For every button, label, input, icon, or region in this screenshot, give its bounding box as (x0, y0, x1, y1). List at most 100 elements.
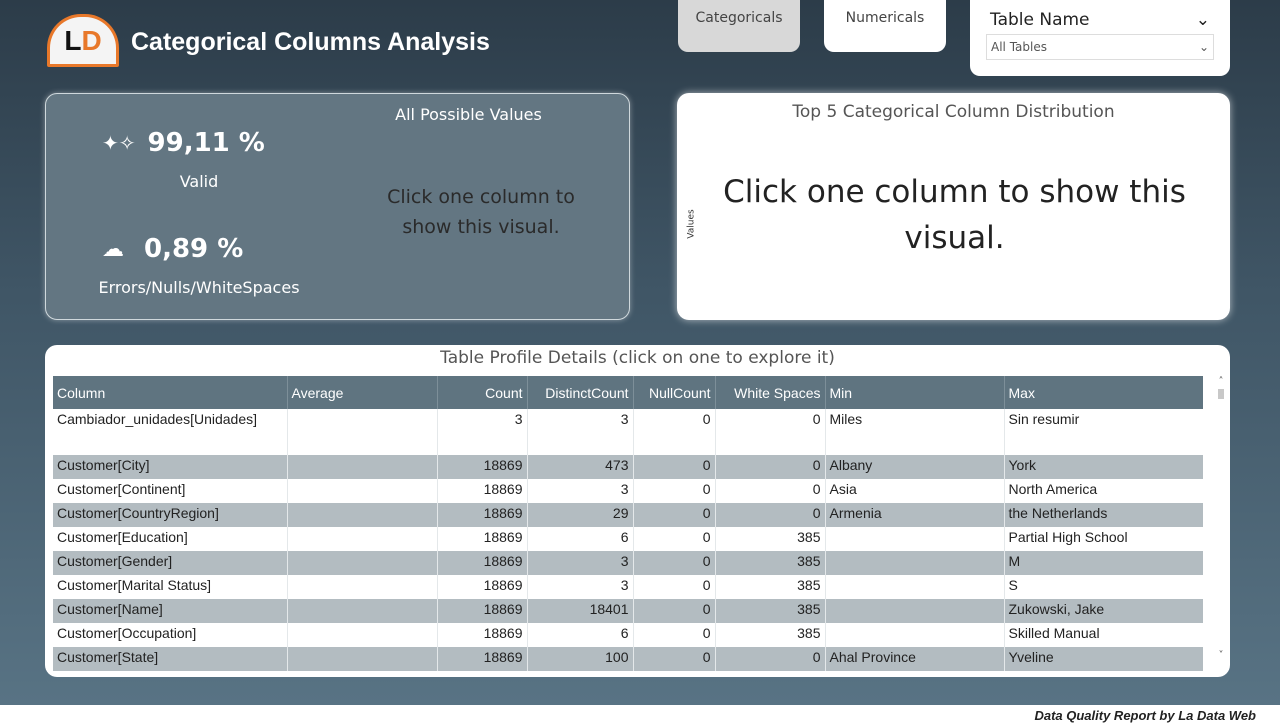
table-cell: Customer[Name] (53, 599, 288, 623)
table-cell: 0 (633, 551, 716, 575)
table-row[interactable]: Cambiador_unidades[Unidades] 3 3 0 0 Miles Sin… (53, 409, 1203, 455)
table-cell: 0 (633, 599, 716, 623)
column-header[interactable]: Min (825, 376, 1005, 409)
table-cell: 18401 (527, 599, 634, 623)
table-cell: 18869 (437, 527, 528, 551)
table-cell: 0 (633, 575, 716, 599)
table-cell (825, 551, 1005, 575)
table-cell: Customer[Continent] (53, 479, 288, 503)
kpi-card: ✦✧ 99,11 % Valid ☁ 0,89 % Errors/Nulls/Whi… (45, 93, 630, 320)
possible-values-message: Click one column to show this visual. (387, 186, 575, 238)
table-cell (287, 551, 438, 575)
table-cell: Albany (825, 455, 1005, 479)
table-cell: 3 (527, 409, 634, 455)
table-row[interactable]: Customer[Education] 18869 6 0 385 Partial Hig… (53, 527, 1203, 551)
errors-value: 0,89 % (144, 234, 244, 264)
table-cell (287, 479, 438, 503)
table-cell (287, 503, 438, 527)
table-cell: Customer[City] (53, 455, 288, 479)
table-cell: 385 (715, 551, 826, 575)
table-cell: 0 (633, 409, 716, 455)
column-header[interactable]: Max (1004, 376, 1203, 409)
table-cell: Miles (825, 409, 1005, 455)
table-cell: the Netherlands (1004, 503, 1203, 527)
table-cell: Customer[Gender] (53, 551, 288, 575)
table-cell (287, 455, 438, 479)
table-cell (825, 623, 1005, 647)
table-row[interactable]: Customer[CountryRegion] 18869 29 0 0 Armenia t… (53, 503, 1203, 527)
table-cell (287, 599, 438, 623)
table-cell: 0 (715, 455, 826, 479)
table-cell: Partial High School (1004, 527, 1203, 551)
table-cell: Cambiador_unidades[Unidades] (53, 409, 288, 455)
table-cell (287, 409, 438, 455)
table-row[interactable]: Customer[State] 18869 100 0 0 Ahal Province Yv… (53, 647, 1203, 671)
scroll-up-icon[interactable]: ˄ (1215, 376, 1227, 387)
table-cell: 385 (715, 599, 826, 623)
table-title: Table Profile Details (click on one to e… (440, 348, 835, 368)
column-header[interactable]: DistinctCount (527, 376, 634, 409)
storm-cloud-icon: ☁ (102, 236, 124, 262)
table-row[interactable]: Customer[Marital Status] 18869 3 0 385 S (53, 575, 1203, 599)
table-cell: 18869 (437, 599, 528, 623)
errors-label: Errors/Nulls/WhiteSpaces (98, 278, 300, 297)
distribution-message: Click one column to show this visual. (723, 174, 1186, 256)
chevron-down-icon: ⌄ (1198, 40, 1209, 54)
table-row[interactable]: Customer[Occupation] 18869 6 0 385 Skilled Ma… (53, 623, 1203, 647)
table-cell: Customer[Marital Status] (53, 575, 288, 599)
table-cell: 0 (715, 409, 826, 455)
table-cell: 3 (437, 409, 528, 455)
possible-values-title: All Possible Values (395, 105, 542, 124)
distribution-title: Top 5 Categorical Column Distribution (792, 102, 1115, 122)
table-cell (825, 599, 1005, 623)
table-cell: 3 (527, 479, 634, 503)
table-cell: 18869 (437, 455, 528, 479)
table-cell: 18869 (437, 503, 528, 527)
table-row[interactable]: Customer[Gender] 18869 3 0 385 M (53, 551, 1203, 575)
table-cell: Customer[CountryRegion] (53, 503, 288, 527)
table-name-slicer: Table Name ⌄ All Tables ⌄ (970, 0, 1230, 76)
slicer-label: Table Name (990, 10, 1090, 30)
column-header[interactable]: White Spaces (715, 376, 826, 409)
table-cell: 6 (527, 623, 634, 647)
valid-value: 99,11 % (147, 128, 265, 158)
table-cell: 29 (527, 503, 634, 527)
y-axis-label: Values (686, 209, 697, 239)
table-cell: 0 (633, 455, 716, 479)
table-cell: 18869 (437, 551, 528, 575)
profile-table: Column Average Count DistinctCount NullCount… (53, 376, 1203, 671)
tab-numericals[interactable]: Numericals (824, 0, 946, 52)
table-cell: 385 (715, 527, 826, 551)
sparkles-icon: ✦✧ (102, 131, 136, 155)
table-cell: Zukowski, Jake (1004, 599, 1203, 623)
scroll-down-icon[interactable]: ˅ (1215, 650, 1227, 661)
table-cell: Customer[Education] (53, 527, 288, 551)
table-cell: Skilled Manual (1004, 623, 1203, 647)
table-cell: Customer[State] (53, 647, 288, 671)
table-cell: S (1004, 575, 1203, 599)
table-cell (287, 527, 438, 551)
table-cell (825, 527, 1005, 551)
table-row[interactable]: Customer[Continent] 18869 3 0 0 Asia North Ame… (53, 479, 1203, 503)
scroll-thumb[interactable] (1218, 389, 1224, 399)
table-cell: 385 (715, 575, 826, 599)
column-header[interactable]: NullCount (633, 376, 716, 409)
column-header[interactable]: Average (287, 376, 438, 409)
table-cell: 18869 (437, 479, 528, 503)
table-cell: 100 (527, 647, 634, 671)
page-title: Categorical Columns Analysis (131, 28, 490, 56)
column-header[interactable]: Column (53, 376, 288, 409)
table-cell: 18869 (437, 623, 528, 647)
chevron-down-icon: ⌄ (1195, 10, 1210, 30)
column-header[interactable]: Count (437, 376, 528, 409)
slicer-dropdown[interactable]: All Tables ⌄ (986, 34, 1214, 60)
table-cell: 0 (715, 503, 826, 527)
scrollbar[interactable]: ˄ ˅ (1215, 376, 1227, 661)
table-row[interactable]: Customer[Name] 18869 18401 0 385 Zukowski, Ja… (53, 599, 1203, 623)
table-row[interactable]: Customer[City] 18869 473 0 0 Albany York (53, 455, 1203, 479)
tab-categoricals[interactable]: Categoricals (678, 0, 800, 52)
slicer-header[interactable]: Table Name ⌄ (990, 10, 1210, 30)
table-cell: 3 (527, 575, 634, 599)
distribution-card: Top 5 Categorical Column Distribution Va… (677, 93, 1230, 320)
table-cell: Yveline (1004, 647, 1203, 671)
